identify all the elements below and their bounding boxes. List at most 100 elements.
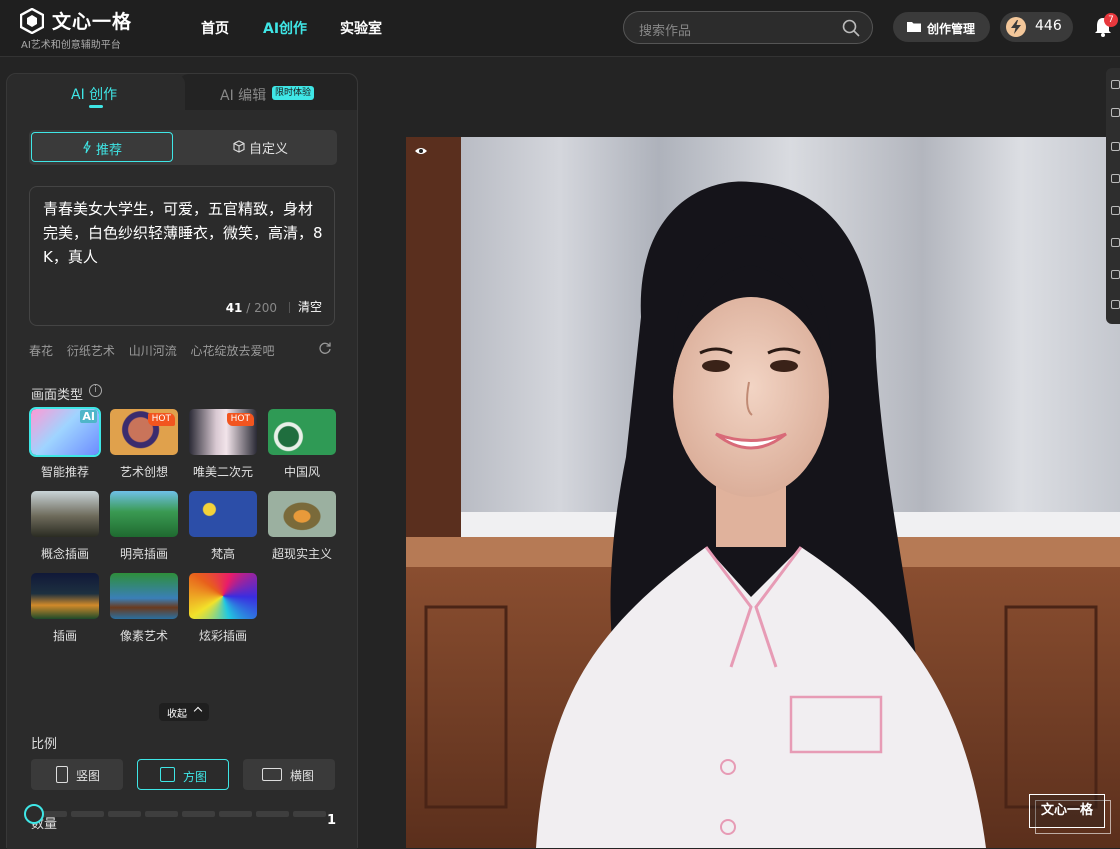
style-name: 明亮插画 bbox=[119, 547, 168, 561]
ratio-square-button[interactable]: 方图 bbox=[137, 759, 229, 790]
tool-icon[interactable] bbox=[1111, 108, 1120, 117]
panel-body: 推荐 自定义 青春美女大学生，可爱，五官精致，身材完美，白色纱织轻薄睡衣，微笑，… bbox=[7, 110, 357, 849]
landscape-icon bbox=[262, 768, 282, 781]
style-section-title: 画面类型 bbox=[31, 388, 84, 403]
ratio-portrait-label: 竖图 bbox=[76, 769, 101, 783]
slider-segment bbox=[256, 811, 289, 817]
slider-segment bbox=[219, 811, 252, 817]
style-card-illustration[interactable] bbox=[31, 573, 99, 619]
tab-ai-edit[interactable] bbox=[179, 74, 357, 110]
hot-badge: HOT bbox=[226, 413, 254, 426]
prompt-textarea[interactable]: 青春美女大学生，可爱，五官精致，身材完美，白色纱织轻薄睡衣，微笑，高清，8K，真… bbox=[29, 186, 335, 326]
ratio-portrait-button[interactable]: 竖图 bbox=[31, 759, 123, 790]
square-icon bbox=[160, 767, 175, 782]
brand-tagline: AI艺术和创意辅助平台 bbox=[21, 40, 121, 51]
suggestion-tag[interactable]: 山川河流 bbox=[129, 344, 177, 358]
style-card-chinese[interactable] bbox=[268, 409, 336, 455]
slider-segment bbox=[293, 811, 326, 817]
side-toolbar bbox=[1106, 68, 1120, 324]
collapse-label: 收起 bbox=[167, 709, 187, 720]
clear-prompt-button[interactable]: 清空 bbox=[298, 298, 322, 315]
nav-ai-create[interactable]: AI创作 bbox=[263, 18, 307, 38]
style-card-anime[interactable]: HOT bbox=[189, 409, 257, 455]
collapse-styles-button[interactable]: 收起 bbox=[159, 703, 209, 721]
tool-icon[interactable] bbox=[1111, 300, 1120, 309]
chevron-up-icon bbox=[193, 706, 203, 716]
suggestion-tag[interactable]: 衍纸艺术 bbox=[67, 344, 115, 358]
style-card-art[interactable]: HOT bbox=[110, 409, 178, 455]
tool-icon[interactable] bbox=[1111, 80, 1120, 89]
style-card-colorful[interactable] bbox=[189, 573, 257, 619]
style-name: 插画 bbox=[52, 629, 77, 643]
limited-trial-badge: 限时体验 bbox=[272, 86, 315, 100]
prompt-char-counter: 41 / 200 bbox=[225, 301, 277, 315]
creation-manage-label: 创作管理 bbox=[927, 22, 976, 36]
refresh-icon[interactable] bbox=[318, 341, 332, 355]
prompt-text[interactable]: 青春美女大学生，可爱，五官精致，身材完美，白色纱织轻薄睡衣，微笑，高清，8K，真… bbox=[43, 197, 327, 269]
creation-panel: AI 创作 AI 编辑 限时体验 推荐 自定义 青春美女大学生，可爱，五官精致，… bbox=[6, 73, 358, 849]
style-name: 像素艺术 bbox=[119, 629, 168, 643]
tool-icon[interactable] bbox=[1111, 142, 1120, 151]
generated-image[interactable] bbox=[406, 137, 1120, 848]
style-name: 智能推荐 bbox=[40, 465, 89, 479]
custom-mode-button[interactable]: 自定义 bbox=[249, 138, 288, 157]
slider-segment bbox=[108, 811, 141, 817]
tool-icon[interactable] bbox=[1111, 206, 1120, 215]
top-bar: 文心一格 AI艺术和创意辅助平台 首页 AI创作 实验室 搜索作品 创作管理 4… bbox=[0, 0, 1120, 57]
prompt-suggestions: 春花 衍纸艺术 山川河流 心花绽放去爱吧 bbox=[29, 342, 285, 359]
ratio-title: 比例 bbox=[31, 737, 58, 752]
folder-icon bbox=[907, 22, 921, 32]
recommend-mode-button[interactable]: 推荐 bbox=[31, 132, 173, 162]
search-icon[interactable] bbox=[842, 19, 860, 37]
search-placeholder: 搜索作品 bbox=[639, 24, 692, 39]
info-icon[interactable]: i bbox=[89, 384, 102, 397]
counter-divider bbox=[289, 302, 290, 313]
recommend-mode-label: 推荐 bbox=[96, 143, 123, 158]
style-card-smart[interactable]: AI bbox=[29, 407, 101, 457]
slider-segment bbox=[145, 811, 178, 817]
generated-portrait bbox=[406, 137, 1120, 848]
lightning-icon bbox=[1006, 17, 1026, 37]
style-card-concept[interactable] bbox=[31, 491, 99, 537]
tool-icon[interactable] bbox=[1111, 238, 1120, 247]
style-name: 艺术创想 bbox=[119, 465, 168, 479]
ratio-landscape-label: 横图 bbox=[290, 769, 315, 783]
tool-icon[interactable] bbox=[1111, 174, 1120, 183]
brand-name: 文心一格 bbox=[52, 11, 133, 33]
ratio-landscape-button[interactable]: 横图 bbox=[243, 759, 335, 790]
points-balance[interactable]: 446 bbox=[1000, 12, 1073, 42]
style-card-surreal[interactable] bbox=[268, 491, 336, 537]
visibility-eye-icon[interactable] bbox=[414, 146, 428, 156]
points-value: 446 bbox=[1035, 18, 1062, 34]
tool-icon[interactable] bbox=[1111, 270, 1120, 279]
style-card-pixel[interactable] bbox=[110, 573, 178, 619]
style-name: 中国风 bbox=[283, 465, 320, 479]
hot-badge: HOT bbox=[147, 413, 175, 426]
notification-badge: 7 bbox=[1104, 13, 1118, 27]
style-card-vangogh[interactable] bbox=[189, 491, 257, 537]
quantity-slider-track[interactable] bbox=[34, 811, 332, 817]
tab-ai-create-label: AI 创作 bbox=[71, 87, 118, 103]
nav-lab[interactable]: 实验室 bbox=[340, 18, 382, 38]
portrait-icon bbox=[56, 766, 68, 783]
style-name: 梵高 bbox=[210, 547, 235, 561]
prompt-mode-switch: 推荐 自定义 bbox=[29, 130, 337, 165]
char-max: 200 bbox=[254, 301, 277, 315]
style-name: 唯美二次元 bbox=[192, 465, 253, 479]
suggestion-tag[interactable]: 心花绽放去爱吧 bbox=[191, 344, 275, 358]
watermark-logo: 文心一格 bbox=[1029, 794, 1105, 828]
suggestion-tag[interactable]: 春花 bbox=[29, 344, 53, 358]
slider-segment bbox=[182, 811, 215, 817]
mode-tabs: AI 创作 AI 编辑 限时体验 bbox=[7, 74, 357, 111]
search-input[interactable]: 搜索作品 bbox=[623, 11, 873, 44]
quantity-slider-thumb[interactable] bbox=[24, 804, 44, 824]
style-name: 概念插画 bbox=[40, 547, 89, 561]
lightning-outline-icon bbox=[83, 140, 91, 154]
nav-home[interactable]: 首页 bbox=[201, 18, 229, 38]
logo-icon bbox=[20, 8, 44, 34]
style-card-bright[interactable] bbox=[110, 491, 178, 537]
tab-ai-edit-label: AI 编辑 bbox=[220, 88, 267, 104]
slider-segment bbox=[71, 811, 104, 817]
ai-badge: AI bbox=[80, 410, 97, 423]
creation-manage-button[interactable]: 创作管理 bbox=[893, 12, 990, 42]
